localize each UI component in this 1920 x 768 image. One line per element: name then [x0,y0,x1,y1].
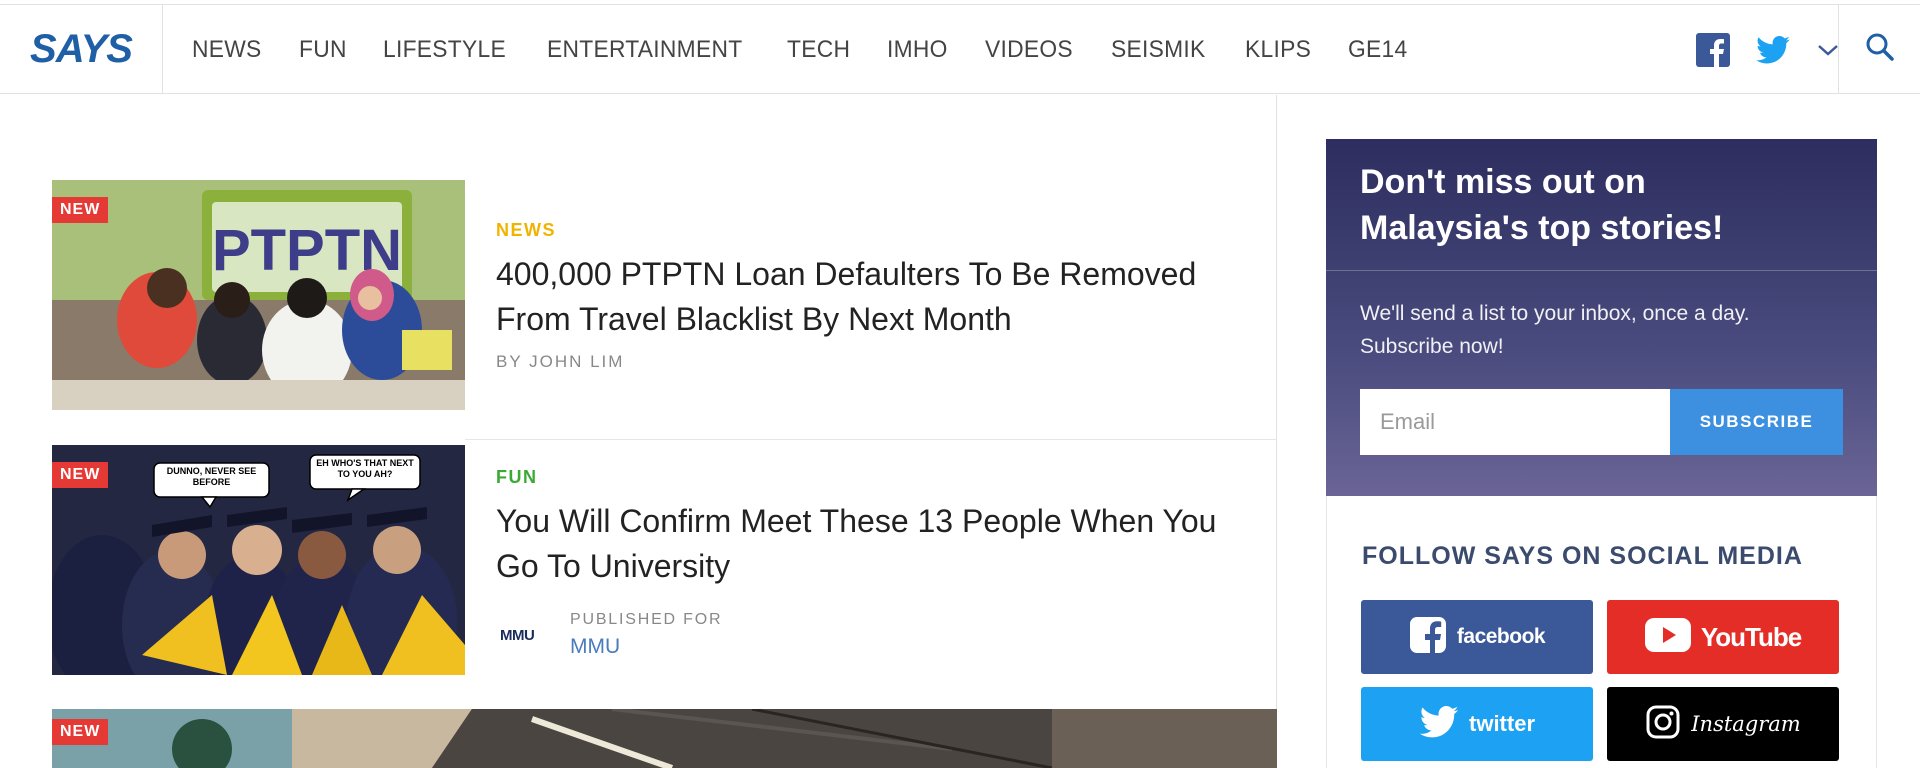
twitter-button[interactable]: twitter [1361,687,1593,761]
sponsor-name[interactable]: MMU [570,635,620,659]
article-byline[interactable]: BY JOHN LIM [496,352,624,372]
new-badge: NEW [52,719,109,745]
published-for-label: PUBLISHED FOR [570,611,723,628]
youtube-label: YouTube [1700,621,1802,652]
facebook-icon[interactable] [1696,32,1730,67]
search-button[interactable] [1838,5,1920,94]
nav-lifestyle[interactable]: LIFESTYLE [383,36,506,64]
instagram-button[interactable]: Instagram [1607,687,1839,761]
twitter-icon[interactable] [1756,35,1790,64]
newsletter-box: Don't miss out on Malaysia's top stories… [1326,139,1877,496]
sidebar: Don't miss out on Malaysia's top stories… [1326,139,1877,768]
article-thumbnail[interactable]: PTPTN NEW [52,180,465,410]
new-badge: NEW [52,462,109,488]
nav-news[interactable]: NEWS [192,36,262,64]
article-card[interactable]: PTPTN NEW NEWS 400,000 PTPTN Loan Defaul… [52,180,1277,440]
nav-seismik[interactable]: SEISMIK [1111,36,1205,64]
article-card[interactable]: NEW [52,709,1277,768]
youtube-icon [1644,617,1691,657]
top-navbar: SAYS NEWS FUN LIFESTYLE ENTERTAINMENT TE… [0,4,1920,94]
newsletter-divider [1326,270,1877,271]
article-hero-image[interactable]: NEW [52,709,1277,768]
nav-entertainment[interactable]: ENTERTAINMENT [547,36,742,64]
nav-klips[interactable]: KLIPS [1245,36,1311,64]
newsletter-subtext: We'll send a list to your inbox, once a … [1360,302,1750,358]
subscribe-button[interactable]: SUBSCRIBE [1670,389,1843,455]
speech-bubble-1: DUNNO, NEVER SEE BEFORE [166,466,257,487]
youtube-button[interactable]: YouTube [1607,600,1839,674]
email-field[interactable] [1360,389,1670,455]
nav-videos[interactable]: VIDEOS [985,36,1073,64]
hero-photo [52,709,1277,768]
twitter-label: twitter [1469,711,1535,736]
new-badge: NEW [52,197,109,223]
follow-social-box: FOLLOW SAYS ON SOCIAL MEDIA facebook You… [1326,496,1877,768]
main-nav: NEWS FUN LIFESTYLE ENTERTAINMENT TECH IM… [192,5,1445,94]
nav-imho[interactable]: IMHO [887,36,948,64]
ptptn-photo: PTPTN [52,180,465,410]
instagram-label: Instagram [1691,712,1801,736]
article-category[interactable]: NEWS [496,220,556,241]
article-category[interactable]: FUN [496,467,538,488]
mmu-logo-text: MMU [500,626,535,644]
sponsor-logo[interactable]: MMU [500,623,558,647]
follow-title: FOLLOW SAYS ON SOCIAL MEDIA [1362,542,1803,570]
newsletter-heading: Don't miss out on Malaysia's top stories… [1360,163,1724,247]
header-social [1670,5,1840,94]
says-logo[interactable]: SAYS [30,27,133,72]
facebook-icon [1409,616,1447,659]
logo-container[interactable]: SAYS [0,5,163,94]
graduation-photo: DUNNO, NEVER SEE BEFORE EH WHO'S THAT NE… [52,445,465,675]
article-list: PTPTN NEW NEWS 400,000 PTPTN Loan Defaul… [0,95,1277,768]
chevron-down-icon[interactable] [1816,42,1840,58]
nav-tech[interactable]: TECH [787,36,850,64]
facebook-button[interactable]: facebook [1361,600,1593,674]
instagram-icon [1645,704,1681,745]
article-title[interactable]: 400,000 PTPTN Loan Defaulters To Be Remo… [496,252,1256,342]
article-divider [465,439,1277,440]
twitter-icon [1419,705,1459,743]
article-title[interactable]: You Will Confirm Meet These 13 People Wh… [496,499,1256,589]
article-thumbnail[interactable]: DUNNO, NEVER SEE BEFORE EH WHO'S THAT NE… [52,445,465,675]
nav-ge14[interactable]: GE14 [1348,36,1407,64]
nav-fun[interactable]: FUN [299,36,347,64]
article-card[interactable]: DUNNO, NEVER SEE BEFORE EH WHO'S THAT NE… [52,445,1277,675]
search-icon[interactable] [1865,32,1895,67]
speech-bubble-2: EH WHO'S THAT NEXT TO YOU AH? [316,458,414,479]
facebook-label: facebook [1456,625,1546,648]
